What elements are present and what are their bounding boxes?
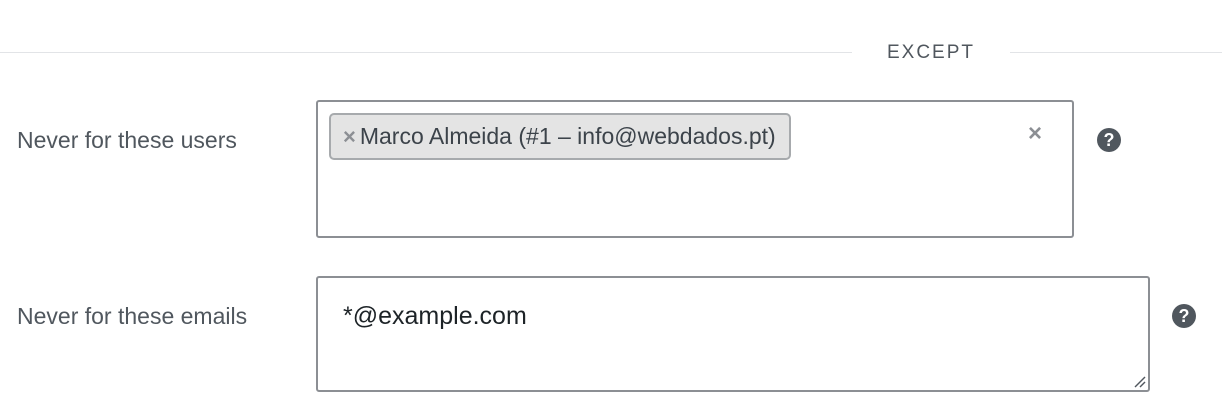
selected-user-label: Marco Almeida (#1 – info@webdados.pt) (359, 123, 776, 149)
section-divider-right (1010, 52, 1222, 53)
selected-user-token: × Marco Almeida (#1 – info@webdados.pt) (329, 113, 791, 160)
users-select[interactable]: × Marco Almeida (#1 – info@webdados.pt) … (316, 100, 1074, 238)
users-help-icon[interactable]: ? (1097, 128, 1121, 152)
users-field-label: Never for these users (17, 127, 237, 153)
emails-textarea[interactable]: *@example.com (316, 276, 1150, 392)
token-remove-icon[interactable]: × (343, 125, 356, 148)
section-title: EXCEPT (886, 42, 976, 63)
clear-selection-icon[interactable]: × (1028, 122, 1042, 146)
emails-help-icon[interactable]: ? (1172, 304, 1196, 328)
emails-textarea-value: *@example.com (343, 302, 527, 330)
settings-panel: EXCEPT Never for these users × Marco Alm… (0, 0, 1222, 416)
section-divider-left (0, 52, 852, 53)
resize-grip-icon[interactable] (1132, 374, 1146, 388)
emails-field-label: Never for these emails (17, 303, 248, 329)
